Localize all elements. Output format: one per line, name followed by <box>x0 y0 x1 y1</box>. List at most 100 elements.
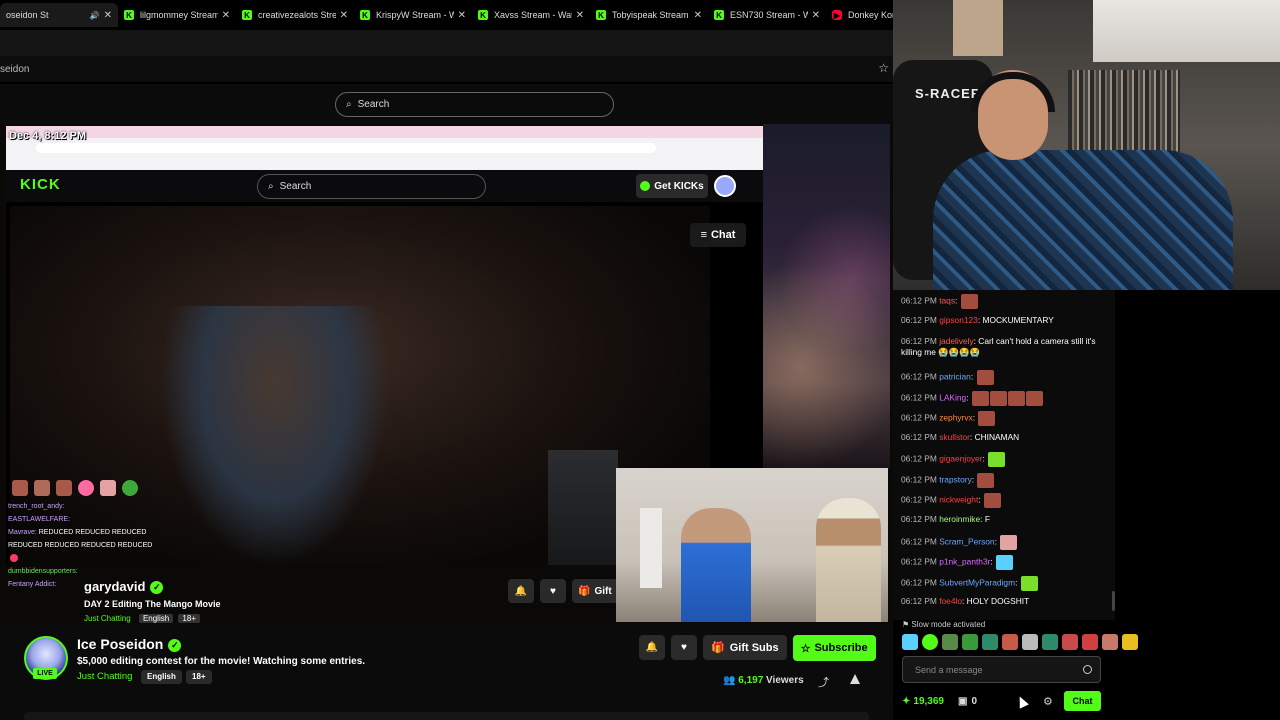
report-icon[interactable] <box>850 674 860 684</box>
browser-tab[interactable]: Kcreativezealots Stre ✕ <box>236 3 354 27</box>
chat-emote[interactable] <box>978 411 996 426</box>
chat-username[interactable]: patrician <box>939 372 971 382</box>
chat-message: 06:12 PM foe4lo: HOLY DOGSHIT <box>901 596 1106 607</box>
tag-language[interactable]: English <box>141 670 182 684</box>
gear-icon[interactable]: ⚙ <box>1043 695 1053 708</box>
browser-tab[interactable]: Koseidon St🔊✕ <box>0 3 118 27</box>
emote-button[interactable] <box>1002 634 1018 650</box>
search-input[interactable]: ⌕ Search <box>335 92 614 117</box>
chat-input[interactable]: Send a message <box>902 656 1101 683</box>
follow-button[interactable]: ♥ <box>671 635 697 660</box>
chat-emote[interactable] <box>960 294 978 309</box>
chat-emote[interactable] <box>996 555 1014 570</box>
screenshare-avatar <box>714 175 736 197</box>
kicks-icon <box>640 181 651 191</box>
chat-username[interactable]: SubvertMyParadigm <box>939 578 1015 588</box>
chat-emote[interactable] <box>1000 535 1018 550</box>
browser-tab[interactable]: K KrispyW Stream - W ✕ <box>354 3 472 27</box>
chat-username[interactable]: nickweight <box>939 495 978 505</box>
chat-username[interactable]: LAKing <box>939 393 966 403</box>
chat-input-placeholder: Send a message <box>915 664 983 675</box>
address-bar[interactable]: seidon ☆ <box>0 56 893 82</box>
bookmark-star-icon[interactable]: ☆ <box>878 61 889 75</box>
chat-username[interactable]: zephyrvx <box>939 413 973 423</box>
chat-username[interactable]: heroinmike <box>939 514 980 524</box>
chat-username[interactable]: gipson123 <box>939 315 978 325</box>
emote-button[interactable] <box>1102 634 1118 650</box>
screenshare-channel-label: garydavid <box>84 579 146 594</box>
emote-button[interactable] <box>1022 634 1038 650</box>
close-tab-icon[interactable]: ✕ <box>222 10 230 21</box>
close-tab-icon[interactable]: ✕ <box>694 10 702 21</box>
chat-emote[interactable] <box>971 391 989 406</box>
chat-emote[interactable] <box>988 452 1006 467</box>
chat-username[interactable]: trapstory <box>939 475 972 485</box>
emote-button[interactable] <box>982 634 998 650</box>
emoji-picker-icon[interactable] <box>1083 665 1092 674</box>
emote-button[interactable] <box>902 634 918 650</box>
chat-username[interactable]: Scram_Person <box>939 537 994 547</box>
share-icon[interactable]: ⤴ <box>818 674 829 690</box>
notification-bell-button[interactable]: 🔔 <box>639 635 665 660</box>
chat-emote[interactable] <box>977 473 995 488</box>
close-tab-icon[interactable]: ✕ <box>104 10 112 21</box>
speaker-icon[interactable]: 🔊 <box>90 11 100 20</box>
chat-timestamp: 06:12 PM <box>901 577 937 588</box>
chat-emote[interactable] <box>989 391 1007 406</box>
chat-username[interactable]: p1nk_panth3r <box>939 557 990 567</box>
chest-counter[interactable]: ▣ 0 <box>958 696 977 707</box>
emote-button[interactable] <box>1062 634 1078 650</box>
chat-username[interactable]: taqs <box>939 296 955 306</box>
browser-tab[interactable]: ▶Donkey Kong Coun✕ <box>826 3 893 27</box>
kick-favicon-icon: K <box>478 10 488 20</box>
chat-timestamp: 06:12 PM <box>901 596 937 606</box>
channel-points[interactable]: ✦ 19,369 <box>902 696 944 707</box>
channel-name-label[interactable]: Ice Poseidon <box>77 636 163 652</box>
chat-emote[interactable] <box>1007 391 1025 406</box>
close-tab-icon[interactable]: ✕ <box>812 10 820 21</box>
chat-scrollbar[interactable] <box>1112 591 1115 611</box>
emote-button[interactable] <box>962 634 978 650</box>
chat-message: 06:12 PM nickweight: <box>901 493 1106 508</box>
browser-tab-title: lilgmommey Stream <box>140 10 218 20</box>
chat-send-button[interactable]: Chat <box>1064 691 1101 711</box>
chat-panel: 06:12 PM taqs: 06:12 PM gipson123: MOCKU… <box>893 290 1115 620</box>
chat-emote[interactable] <box>1020 576 1038 591</box>
browser-tab[interactable]: Klilgmommey Stream ✕ <box>118 3 236 27</box>
gift-subs-button[interactable]: 🎁 Gift Subs <box>703 635 787 660</box>
chat-username[interactable]: gigaenjoyer <box>939 454 982 464</box>
channel-name[interactable]: Ice Poseidon ✓ <box>77 636 182 652</box>
streamer-webcam: S-RACER <box>893 0 1280 290</box>
close-tab-icon[interactable]: ✕ <box>576 10 584 21</box>
browser-tab[interactable]: K Tobyispeak Stream ✕ <box>590 3 708 27</box>
emote-button[interactable] <box>1082 634 1098 650</box>
browser-tab[interactable]: K ESN730 Stream - W ✕ <box>708 3 826 27</box>
emote-button[interactable] <box>942 634 958 650</box>
chat-username[interactable]: skullstor <box>939 432 970 442</box>
screenshare-browser-chrome <box>6 126 763 170</box>
gift-icon: 🎁 <box>578 585 591 597</box>
close-tab-icon[interactable]: ✕ <box>340 10 348 21</box>
chat-username[interactable]: foe4lo <box>939 596 962 606</box>
emote-button[interactable] <box>922 634 938 650</box>
stream-category[interactable]: Just Chatting <box>77 671 132 682</box>
browser-tab-title: Xavss Stream - Wat <box>494 10 572 20</box>
browser-tab[interactable]: K Xavss Stream - Wat ✕ <box>472 3 590 27</box>
live-badge: LIVE <box>33 668 57 679</box>
overlay-chat-user: EASTLAWELFARE: <box>8 516 70 523</box>
close-tab-icon[interactable]: ✕ <box>458 10 466 21</box>
emote-button[interactable] <box>1122 634 1138 650</box>
browser-tab-title: Tobyispeak Stream <box>612 10 689 20</box>
kick-favicon-icon: K <box>360 10 370 20</box>
chat-separator: : <box>971 474 977 485</box>
screenshare-webcam <box>548 450 618 565</box>
slow-mode-notice: ⚑ Slow mode activated <box>902 620 985 629</box>
emote-button[interactable] <box>1042 634 1058 650</box>
chat-emote[interactable] <box>983 493 1001 508</box>
tag-age[interactable]: 18+ <box>186 670 212 684</box>
subscribe-button[interactable]: ☆ Subscribe <box>792 635 876 661</box>
address-url[interactable]: seidon <box>0 64 29 75</box>
chat-emote[interactable] <box>1025 391 1043 406</box>
chat-emote[interactable] <box>976 370 994 385</box>
chat-username[interactable]: jadelively <box>939 336 973 346</box>
